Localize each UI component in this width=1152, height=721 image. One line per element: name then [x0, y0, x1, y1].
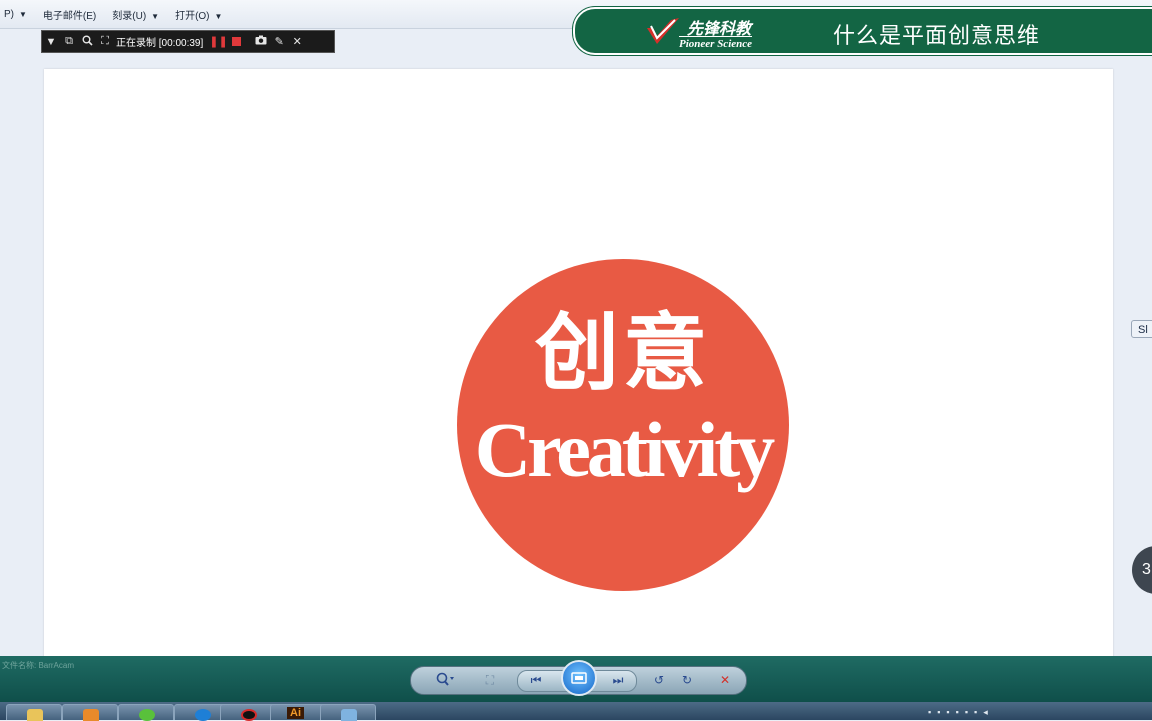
- region-icon[interactable]: ⛶: [96, 35, 114, 48]
- image-viewer: 创意 Creativity: [0, 29, 1152, 670]
- menu-item-burn[interactable]: 刻录(U) ▼: [108, 7, 163, 22]
- tray-icon[interactable]: ▪: [965, 707, 974, 717]
- side-button[interactable]: Sl: [1131, 320, 1152, 338]
- illustrator-icon: Ai: [287, 707, 304, 719]
- folder-icon: [27, 709, 43, 721]
- lesson-title: 什么是平面创意思维: [833, 23, 1041, 48]
- slideshow-button[interactable]: [561, 660, 597, 696]
- menu-item-label: 刻录(U): [112, 10, 147, 22]
- taskbar-folder[interactable]: [6, 704, 62, 721]
- pen-icon[interactable]: ✎: [270, 35, 288, 48]
- tray-icon[interactable]: ▪: [928, 707, 937, 717]
- search-icon[interactable]: [78, 35, 96, 49]
- rotate-right-icon[interactable]: ↻: [677, 672, 697, 689]
- system-tray: ▪▪▪▪▪▪◂: [928, 707, 994, 718]
- previous-icon[interactable]: ⏮: [526, 672, 546, 689]
- creativity-circle: 创意 Creativity: [457, 259, 789, 591]
- taskbar-photo-viewer[interactable]: [320, 704, 376, 721]
- brand-banner: 先锋科教 Pioneer Science 什么是平面创意思维: [573, 7, 1152, 55]
- pause-icon[interactable]: ❚❚: [209, 35, 227, 48]
- taskbar-media[interactable]: [62, 704, 118, 721]
- taskbar: Ai ▪▪▪▪▪▪◂: [0, 702, 1152, 721]
- next-icon[interactable]: ⏭: [608, 672, 628, 689]
- dropdown-icon[interactable]: ▼: [42, 36, 60, 48]
- delete-icon[interactable]: ✕: [715, 672, 735, 689]
- taskbar-recorder[interactable]: [220, 704, 276, 721]
- tray-icon[interactable]: ▪: [946, 707, 955, 717]
- window-icon[interactable]: ⧉: [60, 35, 78, 48]
- rotate-left-icon[interactable]: ↺: [649, 672, 669, 689]
- menu-item-open[interactable]: 打开(O) ▼: [171, 7, 226, 22]
- volume-icon[interactable]: ◂: [983, 707, 994, 717]
- menu-item-email[interactable]: 电子邮件(E): [39, 7, 100, 22]
- playback-controls: ⛶ ⏮ ⏭ ↺ ↻ ✕: [410, 660, 747, 696]
- chevron-down-icon: ▼: [151, 11, 160, 21]
- menu-item-label: P): [4, 8, 14, 20]
- slide-en-text: Creativity: [474, 406, 775, 493]
- menu-item-label: 打开(O): [175, 10, 210, 22]
- slide-cn-text: 创意: [534, 303, 711, 402]
- recording-toolbar: ▼ ⧉ ⛶ 正在录制 [00:00:39] ❚❚ ✎ ✕: [41, 30, 335, 53]
- record-icon: [241, 709, 257, 721]
- slide-canvas: 创意 Creativity: [44, 69, 1113, 670]
- tray-icon[interactable]: ▪: [974, 707, 983, 717]
- brand-logo-en: Pioneer Science: [679, 36, 753, 50]
- pioneer-logo-icon: [647, 18, 679, 44]
- chevron-down-icon: ▼: [19, 9, 27, 19]
- blue-app-icon: [195, 709, 211, 721]
- zoom-icon[interactable]: [433, 672, 459, 689]
- viewer-control-bar: 文件名称: BarrAcam ⛶ ⏮ ⏭ ↺ ↻ ✕: [0, 656, 1152, 702]
- menu-item-print[interactable]: P) ▼: [0, 9, 31, 20]
- stop-icon[interactable]: [232, 37, 242, 46]
- media-player-icon: [83, 709, 99, 721]
- photo-viewer-icon: [341, 709, 357, 721]
- recording-status: 正在录制 [00:00:39]: [116, 38, 204, 49]
- actual-size-icon[interactable]: ⛶: [479, 672, 501, 689]
- green-app-icon: [139, 709, 155, 721]
- taskbar-illustrator[interactable]: Ai: [270, 704, 326, 720]
- tray-icon[interactable]: ▪: [956, 707, 965, 717]
- chevron-down-icon: ▼: [214, 11, 223, 21]
- close-icon[interactable]: ✕: [288, 35, 306, 48]
- camera-icon[interactable]: [252, 35, 270, 48]
- menu-item-label: 电子邮件(E): [42, 10, 97, 22]
- file-status-text: 文件名称: BarrAcam: [2, 661, 75, 670]
- taskbar-green-app[interactable]: [118, 704, 174, 721]
